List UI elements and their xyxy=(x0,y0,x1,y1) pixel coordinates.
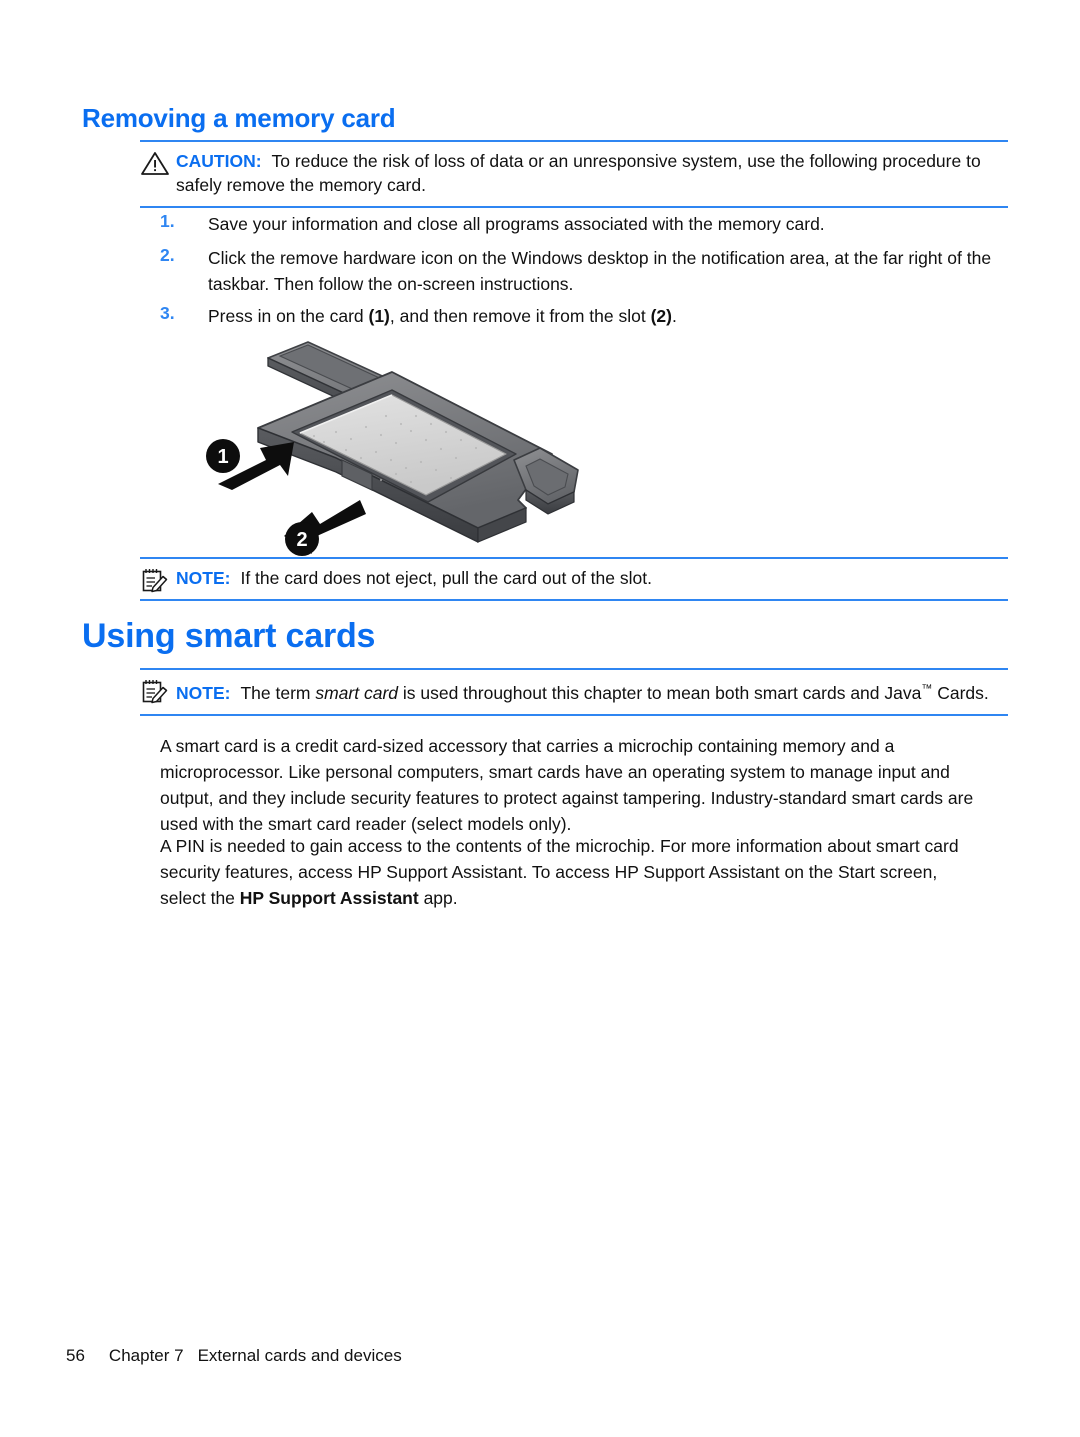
step-number: 2. xyxy=(160,245,175,265)
slot-right-ear xyxy=(513,447,579,515)
warning-triangle-icon xyxy=(140,150,170,176)
note-smartcard-mid: is used throughout this chapter to mean … xyxy=(398,682,922,703)
trademark-symbol: ™ xyxy=(921,683,933,695)
step-number: 3. xyxy=(160,303,175,323)
body-paragraph-smart-card-definition: A smart card is a credit card-sized acce… xyxy=(160,736,974,834)
note-row: NOTE: If the card does not eject, pull th… xyxy=(140,566,1008,593)
step3-mid: , and then remove it from the slot xyxy=(389,306,651,326)
p2-post: app. xyxy=(418,888,458,908)
callout-1-label: 1 xyxy=(217,446,228,468)
caution-text: To reduce the risk of loss of data or an… xyxy=(176,151,981,195)
page-footer: 56 Chapter 7 External cards and devices xyxy=(66,1346,402,1366)
note-smartcard-pre: The term xyxy=(240,682,316,703)
body-paragraph-pin-support: A PIN is needed to gain access to the co… xyxy=(160,833,980,911)
footer-chapter: Chapter 7 xyxy=(108,1346,184,1365)
note-admonition-eject: NOTE: If the card does not eject, pull th… xyxy=(140,557,1008,601)
callout-2-label: 2 xyxy=(296,529,307,551)
note-row: NOTE: The term smart card is used through… xyxy=(140,677,1008,705)
notepad-pencil-icon xyxy=(140,678,170,704)
note-smartcard-italic-term: smart card xyxy=(315,682,398,703)
step-text: Click the remove hardware icon on the Wi… xyxy=(208,248,992,294)
caution-row: CAUTION: To reduce the risk of loss of da… xyxy=(140,149,1008,197)
step-text: Press in on the card (1), and then remov… xyxy=(208,303,1008,329)
step-text: Save your information and close all prog… xyxy=(208,214,825,234)
footer-chapter-title: External cards and devices xyxy=(197,1346,402,1365)
document-page: Removing a memory card CAUTION: To reduce… xyxy=(0,0,1080,1437)
step3-pre: Press in on the card xyxy=(208,306,369,326)
memory-card-slot-illustration: 1 2 xyxy=(196,332,596,564)
page-title-using-smart-cards: Using smart cards xyxy=(82,617,376,655)
caution-paragraph: CAUTION: To reduce the risk of loss of da… xyxy=(176,149,1008,197)
list-item: 2. Click the remove hardware icon on the… xyxy=(160,245,1008,297)
note-label: NOTE: xyxy=(176,682,231,703)
note-smartcard-paragraph: NOTE: The term smart card is used through… xyxy=(176,677,1008,705)
note-admonition-smartcard: NOTE: The term smart card is used through… xyxy=(140,668,1008,716)
note-label: NOTE: xyxy=(176,568,231,588)
list-item: 1. Save your information and close all p… xyxy=(160,211,1008,237)
illustration-svg: 1 2 xyxy=(206,341,579,556)
note-text: If the card does not eject, pull the car… xyxy=(240,568,652,588)
note-eject-paragraph: NOTE: If the card does not eject, pull th… xyxy=(176,566,1008,590)
page-title-removing-a-memory-card: Removing a memory card xyxy=(82,103,396,133)
callout-badge-1: 1 xyxy=(206,439,240,473)
hp-support-assistant-app-name: HP Support Assistant xyxy=(239,888,419,908)
step3-callout-ref-2: (2) xyxy=(650,306,672,326)
footer-page-number: 56 xyxy=(66,1346,85,1365)
step-number: 1. xyxy=(160,211,175,231)
notepad-pencil-icon xyxy=(140,567,170,593)
caution-admonition: CAUTION: To reduce the risk of loss of da… xyxy=(140,140,1008,208)
step3-callout-ref-1: (1) xyxy=(368,306,390,326)
list-item: 3. Press in on the card (1), and then re… xyxy=(160,303,1008,329)
callout-badge-2: 2 xyxy=(285,522,319,556)
caution-label: CAUTION: xyxy=(176,151,262,171)
step3-post: . xyxy=(671,306,677,326)
note-smartcard-post: Cards. xyxy=(932,682,989,703)
